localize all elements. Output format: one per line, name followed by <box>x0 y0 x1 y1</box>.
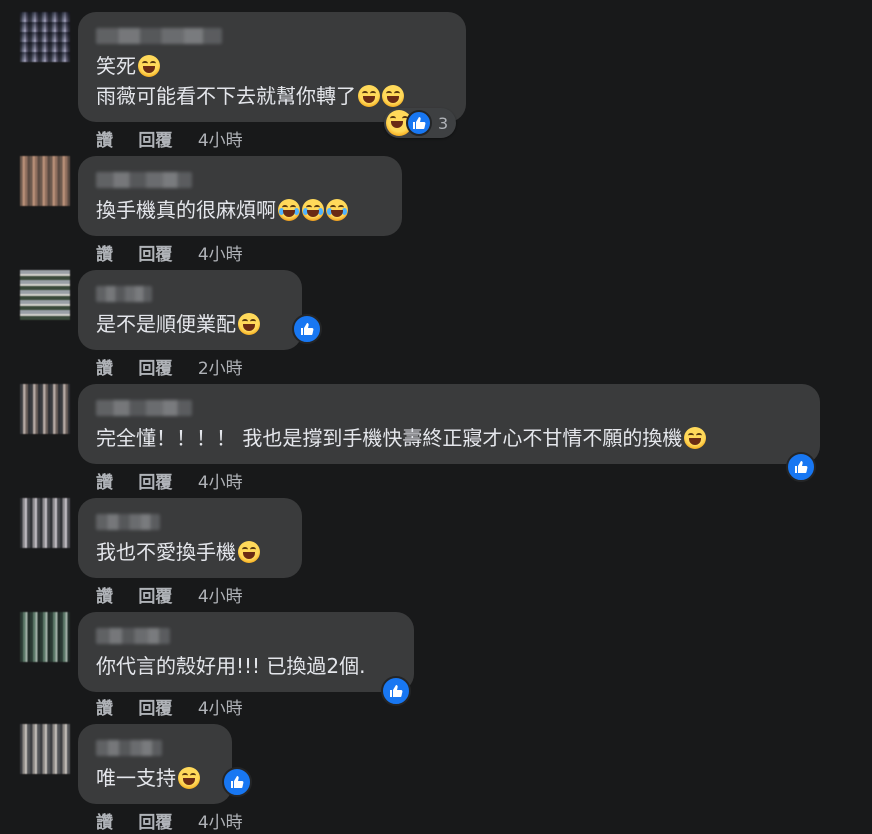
timestamp[interactable]: 4小時 <box>198 245 243 265</box>
author-name-blurred[interactable] <box>96 286 152 302</box>
reply-button[interactable]: 回覆 <box>138 813 172 833</box>
comment-text: 笑死 <box>96 52 160 80</box>
reply-button[interactable]: 回覆 <box>138 473 172 493</box>
avatar[interactable] <box>20 498 70 548</box>
like-button[interactable]: 讚 <box>96 245 113 265</box>
rofl-emoji-icon <box>238 313 260 335</box>
timestamp[interactable]: 4小時 <box>198 699 243 719</box>
timestamp[interactable]: 4小時 <box>198 813 243 833</box>
avatar[interactable] <box>20 724 70 774</box>
comment-bubble: 是不是順便業配 <box>78 270 302 350</box>
reaction-summary[interactable]: 3 <box>384 108 457 138</box>
author-name-blurred[interactable] <box>96 172 192 188</box>
avatar[interactable] <box>20 270 70 320</box>
comment-text: 換手機真的很麻煩啊 <box>96 196 348 224</box>
like-icon <box>406 110 432 136</box>
like-icon[interactable] <box>292 314 322 344</box>
like-button[interactable]: 讚 <box>96 699 113 719</box>
comment-text: 我也不愛換手機 <box>96 538 260 566</box>
comment-bubble: 換手機真的很麻煩啊 <box>78 156 402 236</box>
avatar[interactable] <box>20 12 70 62</box>
comment-actions: 讚 回覆 4小時 <box>96 694 263 719</box>
reaction-count: 3 <box>438 113 449 133</box>
like-icon[interactable] <box>381 676 411 706</box>
comment-bubble: 唯一支持 <box>78 724 232 804</box>
avatar[interactable] <box>20 156 70 206</box>
crying-emoji-icon <box>302 199 324 221</box>
comment-text: 唯一支持 <box>96 764 200 792</box>
timestamp[interactable]: 4小時 <box>198 131 243 151</box>
comment-bubble: 你代言的殼好用!!! 已換過2個. <box>78 612 414 692</box>
comment-actions: 讚 回覆 4小時 <box>96 808 263 833</box>
timestamp[interactable]: 4小時 <box>198 587 243 607</box>
crying-emoji-icon <box>326 199 348 221</box>
timestamp[interactable]: 4小時 <box>198 473 243 493</box>
like-button[interactable]: 讚 <box>96 131 113 151</box>
like-button[interactable]: 讚 <box>96 359 113 379</box>
comment-actions: 讚 回覆 4小時 <box>96 468 263 493</box>
grinning-squint-emoji-icon <box>238 541 260 563</box>
comment-text: 雨薇可能看不下去就幫你轉了 <box>96 82 404 110</box>
comment-text: 是不是順便業配 <box>96 310 260 338</box>
like-button[interactable]: 讚 <box>96 813 113 833</box>
reply-button[interactable]: 回覆 <box>138 699 172 719</box>
author-name-blurred[interactable] <box>96 514 160 530</box>
comment-actions: 讚 回覆 4小時 <box>96 126 263 151</box>
avatar[interactable] <box>20 384 70 434</box>
comment-actions: 讚 回覆 2小時 <box>96 354 263 379</box>
crying-emoji-icon <box>278 199 300 221</box>
reply-button[interactable]: 回覆 <box>138 359 172 379</box>
smiling-emoji-icon <box>178 767 200 789</box>
like-button[interactable]: 讚 <box>96 473 113 493</box>
grinning-squint-emoji-icon <box>138 55 160 77</box>
comment-actions: 讚 回覆 4小時 <box>96 582 263 607</box>
comment-bubble: 完全懂！！！！ 我也是撐到手機快壽終正寢才心不甘情不願的換機 <box>78 384 820 464</box>
author-name-blurred[interactable] <box>96 28 222 44</box>
author-name-blurred[interactable] <box>96 628 170 644</box>
tears-of-joy-emoji-icon <box>358 85 380 107</box>
like-icon[interactable] <box>786 452 816 482</box>
grinning-squint-emoji-icon <box>684 427 707 449</box>
author-name-blurred[interactable] <box>96 740 162 756</box>
comment-actions: 讚 回覆 4小時 <box>96 240 263 265</box>
comment-text: 你代言的殼好用!!! 已換過2個. <box>96 654 366 678</box>
reply-button[interactable]: 回覆 <box>138 131 172 151</box>
reply-button[interactable]: 回覆 <box>138 245 172 265</box>
author-name-blurred[interactable] <box>96 400 192 416</box>
tears-of-joy-emoji-icon <box>382 85 404 107</box>
comment-bubble: 我也不愛換手機 <box>78 498 302 578</box>
reply-button[interactable]: 回覆 <box>138 587 172 607</box>
like-icon[interactable] <box>222 767 252 797</box>
timestamp[interactable]: 2小時 <box>198 359 243 379</box>
comment-bubble: 笑死 雨薇可能看不下去就幫你轉了 <box>78 12 466 122</box>
avatar[interactable] <box>20 612 70 662</box>
like-button[interactable]: 讚 <box>96 587 113 607</box>
comment-text: 完全懂！！！！ 我也是撐到手機快壽終正寢才心不甘情不願的換機 <box>96 424 707 452</box>
